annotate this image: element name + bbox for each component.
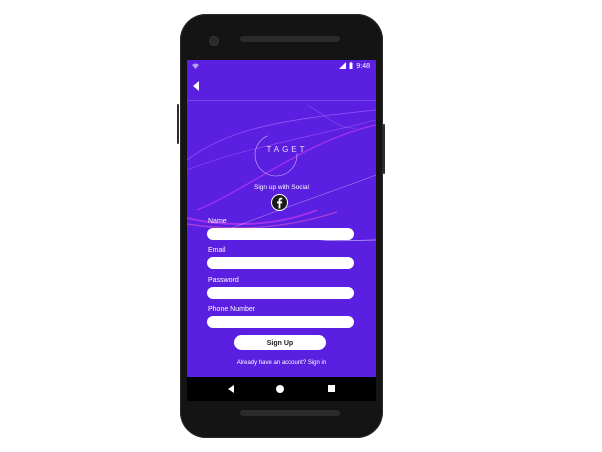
front-camera bbox=[210, 37, 218, 45]
sign-in-link[interactable]: Already have an account? Sign in bbox=[187, 360, 376, 366]
phone-frame: 9:48 TAGET Sign up with Social Name Emai… bbox=[177, 14, 385, 438]
phone-side-button bbox=[177, 104, 179, 144]
arrow-back-icon[interactable] bbox=[193, 81, 199, 91]
password-label: Password bbox=[208, 277, 239, 284]
decorative-waves-lower bbox=[286, 229, 376, 242]
status-time: 9:48 bbox=[356, 63, 370, 70]
phone-field[interactable] bbox=[207, 316, 354, 328]
signal-icon bbox=[339, 62, 347, 71]
phone-label: Phone Number bbox=[208, 306, 256, 313]
social-signup-prompt: Sign up with Social bbox=[254, 184, 309, 191]
bottom-speaker bbox=[240, 410, 340, 416]
password-field[interactable] bbox=[207, 287, 354, 299]
phone-volume-button bbox=[383, 124, 385, 174]
nav-back-icon[interactable] bbox=[228, 385, 234, 393]
status-bar: 9:48 bbox=[187, 60, 376, 74]
name-field[interactable] bbox=[207, 228, 354, 240]
nav-recents-icon[interactable] bbox=[328, 385, 335, 392]
brand-logo: TAGET bbox=[266, 145, 308, 154]
facebook-icon[interactable] bbox=[271, 194, 288, 211]
wifi-icon bbox=[192, 63, 199, 71]
email-field[interactable] bbox=[207, 257, 354, 269]
earpiece-speaker bbox=[240, 36, 340, 42]
nav-home-icon[interactable] bbox=[276, 385, 284, 393]
app-screen: 9:48 TAGET Sign up with Social Name Emai… bbox=[187, 60, 376, 377]
name-label: Name bbox=[208, 218, 227, 225]
email-label: Email bbox=[208, 247, 226, 254]
sign-up-button[interactable]: Sign Up bbox=[234, 335, 326, 350]
android-nav-bar bbox=[187, 377, 376, 401]
battery-icon bbox=[349, 62, 353, 71]
app-bar bbox=[187, 74, 376, 100]
